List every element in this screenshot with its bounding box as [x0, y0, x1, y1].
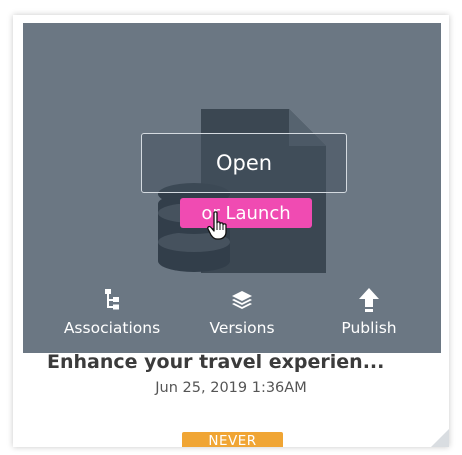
page-curl-corner — [431, 429, 449, 447]
card-title[interactable]: Enhance your travel experien... — [47, 351, 427, 373]
card-date: Jun 25, 2019 1:36AM — [155, 380, 307, 396]
page: Open or Launch Associations Versions Pub… — [0, 0, 462, 455]
layers-icon — [231, 285, 253, 315]
publish-button[interactable]: Publish — [309, 285, 429, 343]
status-badge: NEVER — [182, 432, 283, 447]
associations-label: Associations — [63, 319, 161, 337]
associations-button[interactable]: Associations — [52, 285, 172, 343]
upload-arrow-icon — [358, 285, 380, 315]
card-thumbnail: Open or Launch Associations Versions Pub… — [23, 23, 441, 353]
versions-button[interactable]: Versions — [182, 285, 302, 343]
hierarchy-icon — [104, 285, 120, 315]
launch-button[interactable]: or Launch — [180, 198, 312, 228]
hand-pointer-cursor-icon — [207, 211, 227, 240]
content-card[interactable]: Open or Launch Associations Versions Pub… — [13, 15, 449, 447]
open-button[interactable]: Open — [141, 133, 347, 193]
versions-label: Versions — [209, 319, 275, 337]
publish-label: Publish — [341, 319, 397, 337]
open-button-label: Open — [215, 151, 273, 175]
card-actions: Associations Versions Publish — [23, 285, 441, 345]
